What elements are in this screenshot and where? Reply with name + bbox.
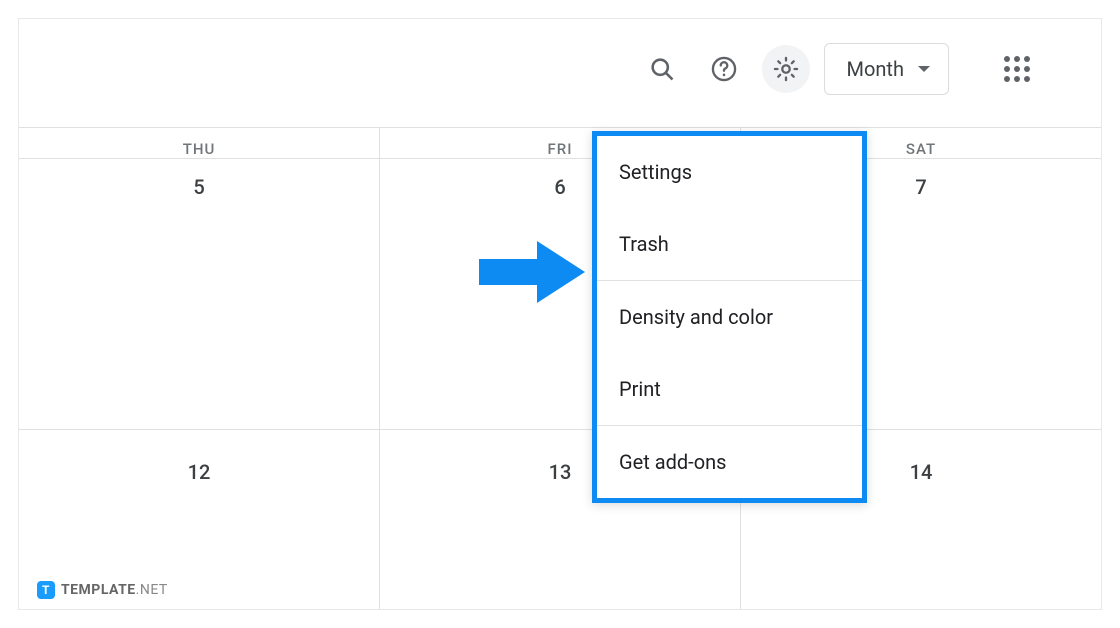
menu-item-trash[interactable]: Trash xyxy=(597,208,862,280)
chevron-down-icon xyxy=(918,66,930,72)
calendar-header-row: THU FRI SAT xyxy=(19,127,1101,158)
settings-dropdown-menu: Settings Trash Density and color Print G… xyxy=(592,131,867,503)
toolbar: Month xyxy=(19,39,1101,99)
watermark: T TEMPLATE.NET xyxy=(37,581,168,599)
menu-item-settings[interactable]: Settings xyxy=(597,136,862,208)
app-frame: Month THU FRI SAT 5 6 7 12 13 14 Setting… xyxy=(18,18,1102,610)
help-icon[interactable] xyxy=(700,45,748,93)
view-selector[interactable]: Month xyxy=(824,43,949,95)
apps-grid-icon[interactable] xyxy=(993,45,1041,93)
day-header: THU xyxy=(19,128,380,158)
calendar-week-row: 12 13 14 xyxy=(19,429,1101,610)
menu-item-print[interactable]: Print xyxy=(597,353,862,425)
menu-item-addons[interactable]: Get add-ons xyxy=(597,426,862,498)
calendar-grid: THU FRI SAT 5 6 7 12 13 14 xyxy=(19,127,1101,609)
view-selector-label: Month xyxy=(847,57,904,81)
calendar-day-cell[interactable]: 5 xyxy=(19,159,380,429)
search-icon[interactable] xyxy=(638,45,686,93)
watermark-logo-icon: T xyxy=(37,581,55,599)
menu-item-density[interactable]: Density and color xyxy=(597,281,862,353)
settings-gear-icon[interactable] xyxy=(762,45,810,93)
